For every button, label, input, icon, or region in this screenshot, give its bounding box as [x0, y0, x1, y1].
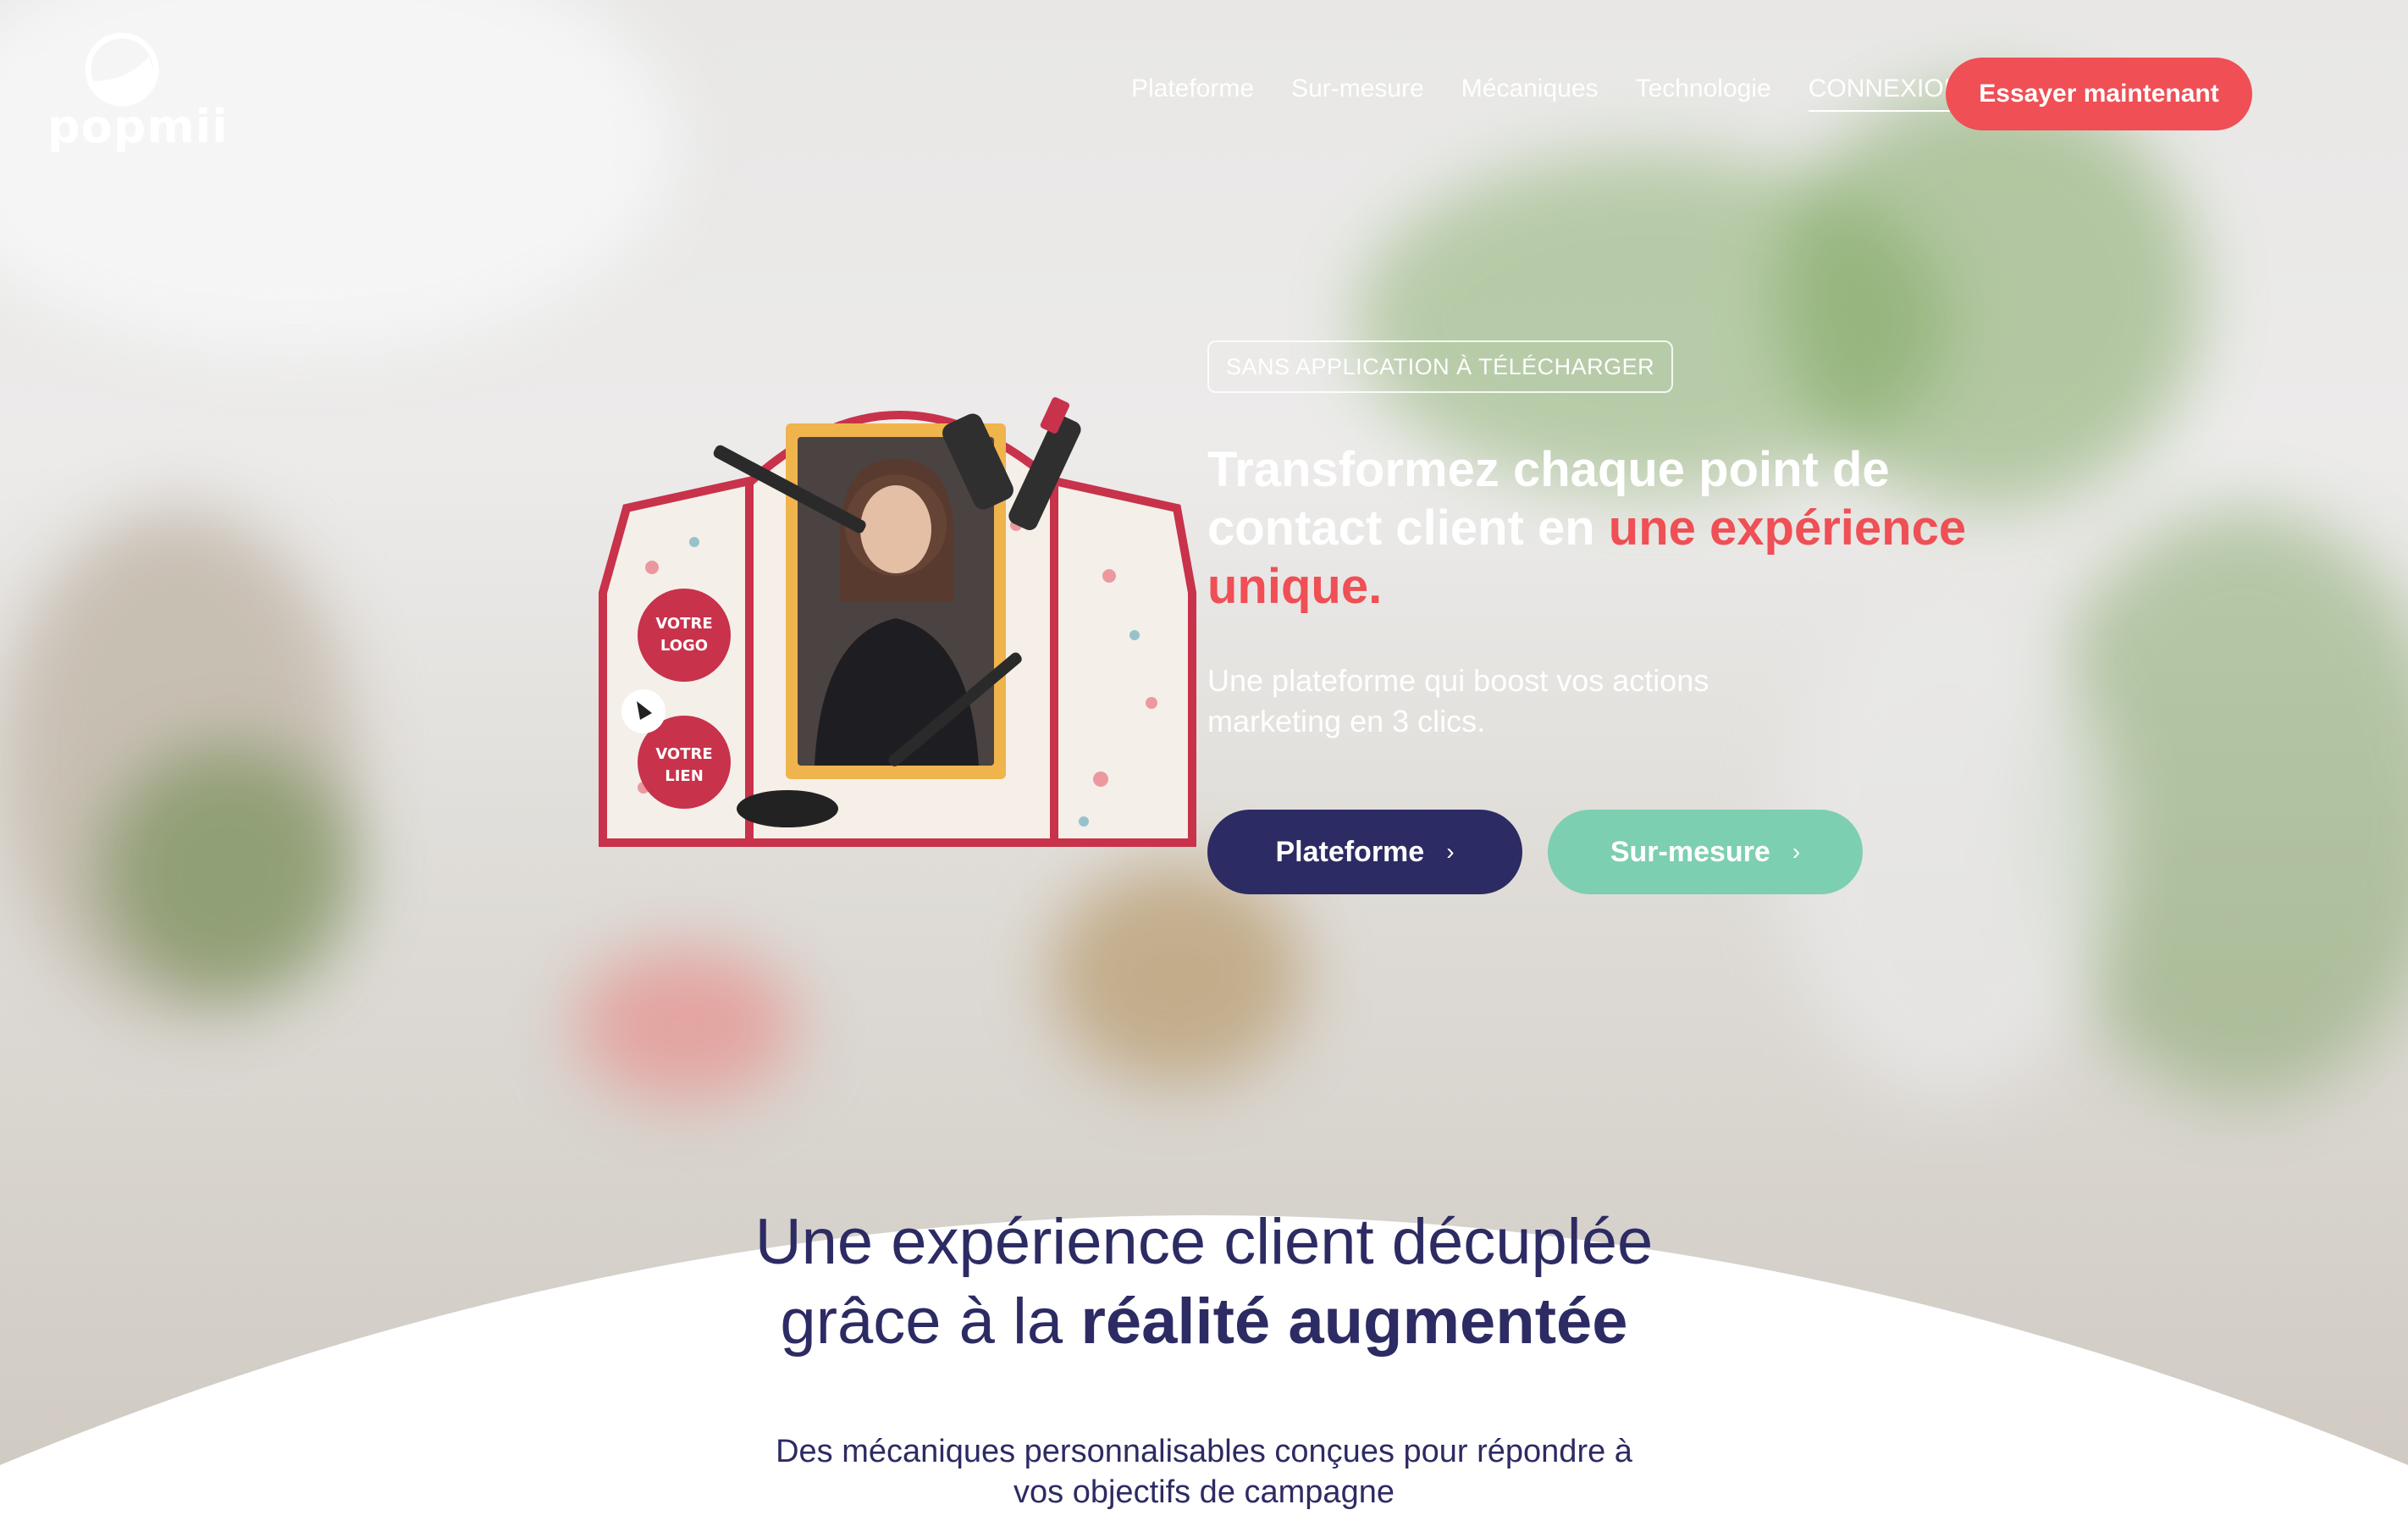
section-description-text: Des mécaniques personnalisables conçues …	[776, 1434, 1632, 1510]
nav-item-mecaniques[interactable]: Mécaniques	[1461, 75, 1599, 112]
nav-item-technologie[interactable]: Technologie	[1636, 75, 1771, 112]
sur-mesure-button-label: Sur-mesure	[1610, 835, 1770, 868]
site-header: popmii Plateforme Sur-mesure Mécaniques …	[0, 0, 2408, 186]
plateforme-button-label: Plateforme	[1275, 835, 1425, 868]
ar-experience-illustration: VOTRE LOGO VOTRE LIEN	[593, 381, 1202, 855]
main-nav: Plateforme Sur-mesure Mécaniques Technol…	[1131, 75, 1963, 112]
hero-subtitle: Une plateforme qui boost vos actions mar…	[1207, 663, 1709, 738]
votre-logo-label-line1: VOTRE	[655, 615, 712, 633]
votre-lien-label-line1: VOTRE	[655, 745, 712, 763]
sur-mesure-button[interactable]: Sur-mesure ›	[1548, 810, 1863, 894]
section-title-line2-prefix: grâce à la	[780, 1286, 1081, 1358]
section-title-line2-bold: réalité augmentée	[1080, 1286, 1628, 1358]
section-title: Une expérience client décuplée grâce à l…	[0, 1203, 2408, 1362]
section-description: Des mécaniques personnalisables conçues …	[0, 1431, 2408, 1513]
brand-logo[interactable]: popmii	[47, 30, 229, 158]
nav-item-plateforme[interactable]: Plateforme	[1131, 75, 1254, 112]
chevron-right-icon: ›	[1446, 838, 1455, 865]
hero-headline: Transformez chaque point de contact clie…	[1207, 440, 1969, 616]
logo-icon	[85, 32, 159, 107]
brand-name: popmii	[47, 100, 229, 153]
section-title-line2: grâce à la réalité augmentée	[0, 1282, 2408, 1362]
no-app-badge: SANS APPLICATION À TÉLÉCHARGER	[1207, 340, 1674, 393]
section-title-line1: Une expérience client décuplée	[754, 1206, 1654, 1278]
votre-lien-label-line2: LIEN	[665, 767, 704, 785]
plateforme-button[interactable]: Plateforme ›	[1207, 810, 1522, 894]
ar-card-graphic: VOTRE LOGO VOTRE LIEN	[599, 396, 1196, 847]
chevron-right-icon: ›	[1792, 838, 1801, 865]
nav-item-sur-mesure[interactable]: Sur-mesure	[1291, 75, 1424, 112]
votre-logo-label-line2: LOGO	[660, 637, 708, 655]
try-now-button[interactable]: Essayer maintenant	[1946, 58, 2252, 130]
nav-item-connexion[interactable]: CONNEXION	[1808, 75, 1963, 112]
